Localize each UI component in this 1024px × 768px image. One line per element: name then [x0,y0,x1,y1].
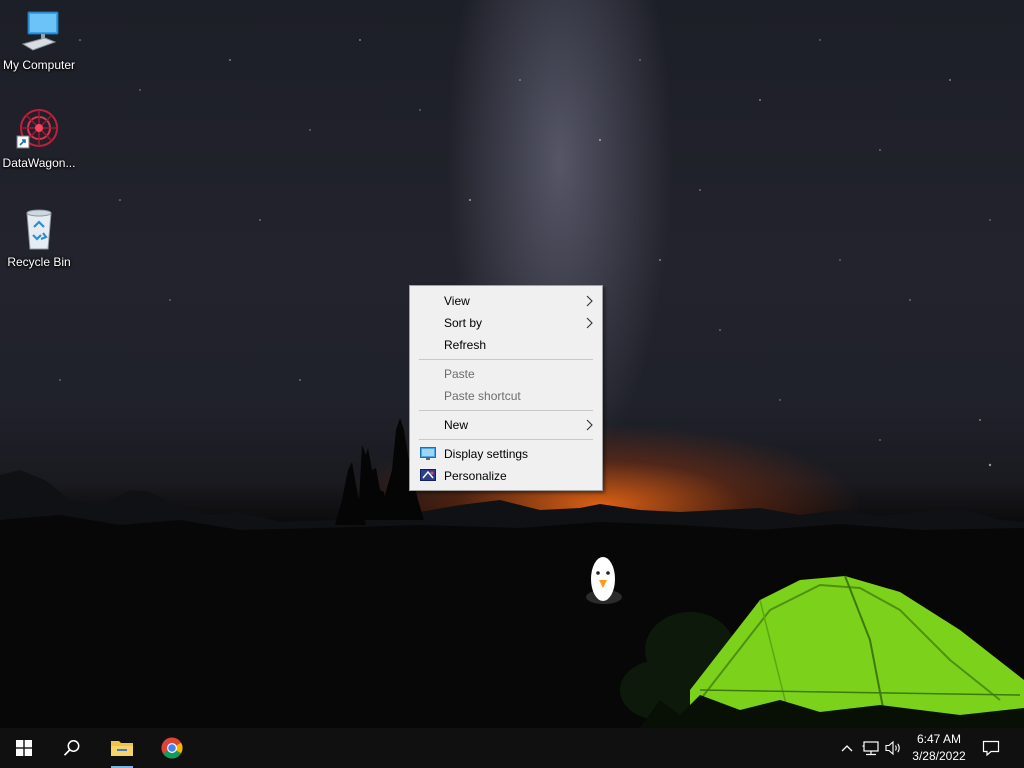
desktop-icon-datawagon[interactable]: DataWagon... [0,106,78,171]
taskbar-file-explorer[interactable] [98,728,146,768]
computer-icon [15,8,63,56]
recycle-bin-icon [15,205,63,253]
network-icon [862,741,879,756]
desktop-context-menu: View Sort by Refresh Paste Paste shortcu… [409,285,603,491]
clock-time: 6:47 AM [916,732,962,746]
menu-item-refresh[interactable]: Refresh [410,334,602,356]
volume-icon [885,740,900,756]
volume-button[interactable] [884,738,904,758]
menu-item-label: New [444,418,469,432]
desktop-icon-recycle-bin[interactable]: Recycle Bin [0,205,78,270]
menu-item-personalize[interactable]: Personalize [410,465,602,487]
menu-separator [419,410,593,411]
menu-item-sort-by[interactable]: Sort by [410,312,602,334]
menu-item-paste[interactable]: Paste [410,363,602,385]
menu-item-view[interactable]: View [410,290,602,312]
chrome-icon [161,737,183,759]
clock-date: 3/28/2022 [912,749,966,763]
start-button[interactable] [0,728,48,768]
network-button[interactable] [861,738,881,758]
show-hidden-icons-button[interactable] [838,738,856,758]
menu-item-label: View [444,294,470,308]
mascot-cursor [584,555,624,607]
chevron-right-icon [586,317,593,329]
menu-item-paste-shortcut[interactable]: Paste shortcut [410,385,602,407]
file-explorer-icon [111,741,133,756]
display-settings-icon [420,447,436,460]
chevron-right-icon [586,295,593,307]
desktop-icon-my-computer[interactable]: My Computer [0,8,78,73]
chevron-right-icon [586,419,593,431]
taskbar: 6:47 AM 3/28/2022 [0,728,1024,768]
search-icon [63,740,80,756]
menu-item-label: Paste shortcut [444,389,521,403]
taskbar-chrome[interactable] [148,728,196,768]
windows-start-icon [16,740,32,756]
menu-item-label: Personalize [444,469,507,483]
menu-item-label: Paste [444,367,475,381]
menu-item-display-settings[interactable]: Display settings [410,443,602,465]
desktop-icon-label: My Computer [2,58,76,72]
search-button[interactable] [48,728,96,768]
menu-item-label: Refresh [444,338,487,352]
menu-separator [419,439,593,440]
menu-item-new[interactable]: New [410,414,602,436]
action-center-button[interactable] [980,738,1002,758]
personalize-icon [420,469,436,481]
datawagon-icon [15,106,63,154]
taskbar-clock[interactable]: 6:47 AM 3/28/2022 [904,731,974,765]
chevron-up-icon [841,745,853,752]
desktop-icon-label: DataWagon... [2,156,76,170]
action-center-icon [982,740,1000,756]
menu-separator [419,359,593,360]
desktop-icon-label: Recycle Bin [7,255,71,269]
menu-item-label: Sort by [444,316,483,330]
menu-item-label: Display settings [444,447,529,461]
